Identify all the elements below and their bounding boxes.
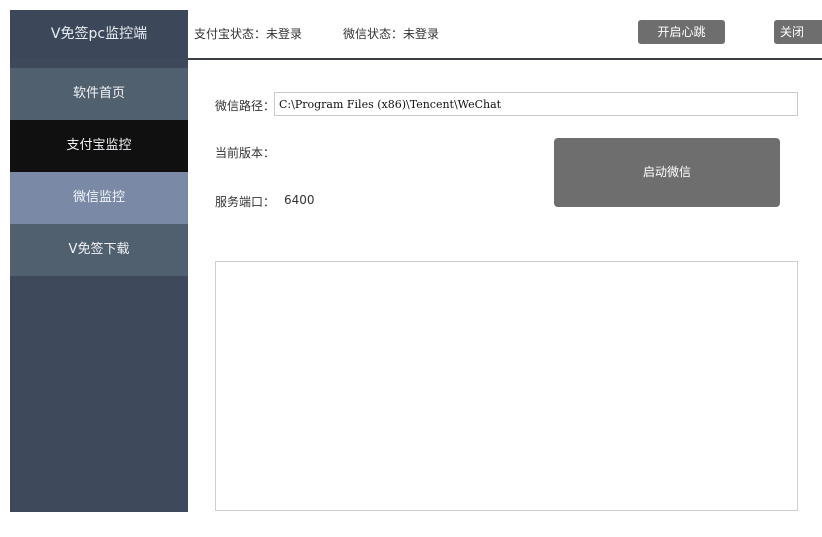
wechat-path-input[interactable] xyxy=(274,92,798,116)
service-port-value: 6400 xyxy=(284,193,315,207)
alipay-status: 支付宝状态：未登录 xyxy=(194,27,303,41)
log-output-area[interactable] xyxy=(215,261,798,511)
service-port-label: 服务端口： xyxy=(215,195,276,209)
top-status-bar: 支付宝状态：未登录 微信状态：未登录 开启心跳 关闭 xyxy=(188,10,822,60)
sidebar-item-alipay-monitor[interactable]: 支付宝监控 xyxy=(10,120,188,172)
wechat-path-label: 微信路径： xyxy=(215,99,276,113)
sidebar: V免签pc监控端 软件首页 支付宝监控 微信监控 V免签下载 xyxy=(10,10,188,512)
current-version-label: 当前版本： xyxy=(215,146,276,160)
heartbeat-button[interactable]: 开启心跳 xyxy=(638,20,725,44)
launch-wechat-button[interactable]: 启动微信 xyxy=(554,138,780,207)
wechat-status: 微信状态：未登录 xyxy=(343,27,440,41)
sidebar-item-wechat-monitor[interactable]: 微信监控 xyxy=(10,172,188,224)
app-title: V免签pc监控端 xyxy=(10,10,188,58)
sidebar-item-vsign-download[interactable]: V免签下载 xyxy=(10,224,188,276)
close-button[interactable]: 关闭 xyxy=(774,20,822,44)
sidebar-item-home[interactable]: 软件首页 xyxy=(10,68,188,120)
